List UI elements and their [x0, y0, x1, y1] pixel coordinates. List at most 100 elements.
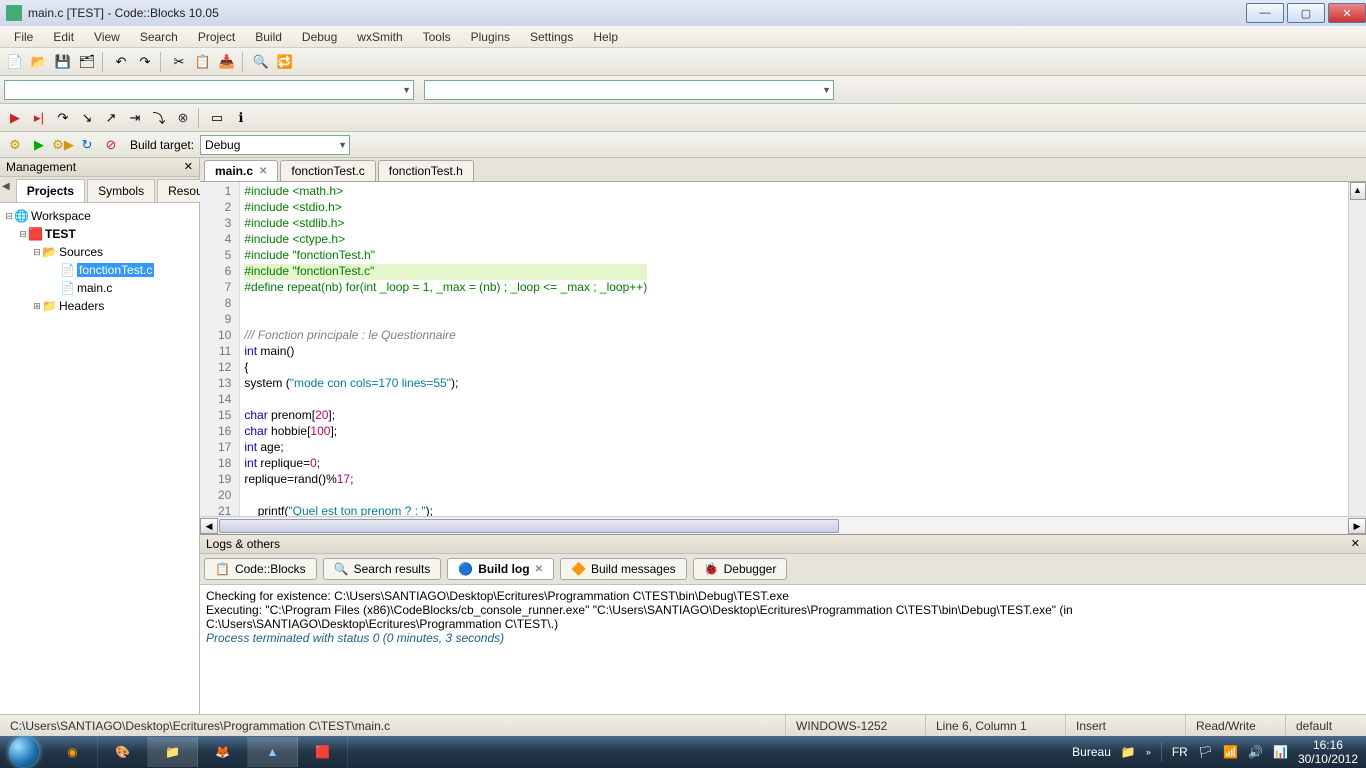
desktop-label[interactable]: Bureau [1072, 745, 1111, 759]
run-icon[interactable]: ▶ [28, 134, 50, 156]
tray-volume-icon[interactable]: 🔊 [1248, 745, 1263, 759]
vertical-scrollbar[interactable]: ▲ [1348, 182, 1366, 516]
taskbar-app-icon[interactable]: 🟥 [298, 737, 348, 767]
taskbar-explorer-icon[interactable]: 📁 [148, 737, 198, 767]
taskbar-firefox-icon[interactable]: 🦊 [198, 737, 248, 767]
build-icon[interactable]: ⚙ [4, 134, 26, 156]
log-tab-code-blocks[interactable]: 📋Code::Blocks [204, 558, 317, 580]
tab-symbols[interactable]: Symbols [87, 179, 155, 202]
debug-start-icon[interactable]: ▶ [4, 107, 26, 129]
menu-build[interactable]: Build [245, 28, 292, 46]
tray-chevron-icon[interactable]: » [1146, 747, 1151, 757]
scroll-up-icon[interactable]: ▲ [1350, 182, 1366, 200]
log-tab-build-log[interactable]: 🔵Build log✕ [447, 558, 554, 580]
log-tab-search-results[interactable]: 🔍Search results [323, 558, 442, 580]
tab-projects[interactable]: Projects [16, 179, 85, 202]
next-line-icon[interactable]: ↷ [52, 107, 74, 129]
info-icon[interactable]: ℹ [230, 107, 252, 129]
scroll-left-icon[interactable]: ◀ [200, 518, 218, 534]
scope-combo[interactable]: ▼ [4, 80, 414, 100]
new-file-icon[interactable]: 📄 [4, 51, 26, 73]
menu-edit[interactable]: Edit [43, 28, 84, 46]
windows-orb-icon [9, 737, 39, 767]
logs-close-icon[interactable]: ✕ [1351, 537, 1360, 551]
menu-debug[interactable]: Debug [292, 28, 347, 46]
redo-icon[interactable]: ↷ [134, 51, 156, 73]
tray-flag-icon[interactable]: 🏳 [1198, 745, 1213, 759]
paste-icon[interactable]: 📥 [216, 51, 238, 73]
code-editor[interactable]: 123456789101112131415161718192021 #inclu… [200, 182, 1366, 516]
menu-view[interactable]: View [84, 28, 130, 46]
system-tray[interactable]: Bureau 📁 » FR 🏳 📶 🔊 📊 16:1630/10/2012 [1072, 738, 1366, 766]
management-close-icon[interactable]: ✕ [184, 160, 193, 174]
cut-icon[interactable]: ✂ [168, 51, 190, 73]
taskbar-wmp-icon[interactable]: ◉ [48, 737, 98, 767]
taskbar-paint-icon[interactable]: 🎨 [98, 737, 148, 767]
editor-tab-fonctionTest-c[interactable]: fonctionTest.c [280, 160, 375, 181]
scrollbar-thumb[interactable] [219, 519, 839, 533]
build-log-output[interactable]: Checking for existence: C:\Users\SANTIAG… [200, 585, 1366, 714]
step-out-icon[interactable]: ↗ [100, 107, 122, 129]
status-position: Line 6, Column 1 [926, 715, 1066, 736]
editor-tab-main-c[interactable]: main.c✕ [204, 160, 278, 181]
maximize-button[interactable]: ▢ [1287, 3, 1325, 23]
close-button[interactable]: ✕ [1328, 3, 1366, 23]
log-tab-debugger[interactable]: 🐞Debugger [693, 558, 788, 580]
build-target-combo[interactable]: Debug▼ [200, 135, 350, 155]
tree-file-main-c[interactable]: 📄main.c [4, 279, 195, 297]
scroll-right-icon[interactable]: ▶ [1348, 518, 1366, 534]
log-tab-close-icon[interactable]: ✕ [535, 564, 543, 575]
tray-folder-icon[interactable]: 📁 [1121, 745, 1136, 759]
tab-close-icon[interactable]: ✕ [259, 166, 267, 177]
menu-settings[interactable]: Settings [520, 28, 583, 46]
next-instr-icon[interactable]: ⇥ [124, 107, 146, 129]
log-tab-icon: 🐞 [704, 562, 719, 576]
minimize-button[interactable]: — [1246, 3, 1284, 23]
rebuild-icon[interactable]: ↻ [76, 134, 98, 156]
undo-icon[interactable]: ↶ [110, 51, 132, 73]
tray-clock[interactable]: 16:1630/10/2012 [1298, 738, 1358, 766]
log-tab-icon: 🔶 [571, 562, 586, 576]
tray-network-icon[interactable]: 📶 [1223, 745, 1238, 759]
tray-battery-icon[interactable]: 📊 [1273, 745, 1288, 759]
stop-debug-icon[interactable]: ⊗ [172, 107, 194, 129]
save-all-icon[interactable]: 🗂 [76, 51, 98, 73]
tree-project[interactable]: ⊟🟥TEST [4, 225, 195, 243]
management-tabs: ◀ Projects Symbols Resou ▶ [0, 177, 199, 203]
code-area[interactable]: #include <math.h>#include <stdio.h>#incl… [240, 182, 651, 516]
tree-sources[interactable]: ⊟📂Sources [4, 243, 195, 261]
tabs-scroll-left-icon[interactable]: ◀ [0, 177, 14, 202]
logs-tabs: 📋Code::Blocks 🔍Search results🔵Build log✕ 🔶… [200, 554, 1366, 585]
menu-wxsmith[interactable]: wxSmith [347, 28, 412, 46]
language-indicator[interactable]: FR [1172, 745, 1188, 759]
step-into-icon[interactable]: ↘ [76, 107, 98, 129]
menu-search[interactable]: Search [130, 28, 188, 46]
replace-icon[interactable]: 🔁 [274, 51, 296, 73]
step-instr-icon[interactable]: ⤵ [148, 107, 170, 129]
find-icon[interactable]: 🔍 [250, 51, 272, 73]
log-tab-icon: 🔵 [458, 562, 473, 576]
tree-workspace[interactable]: ⊟🌐Workspace [4, 207, 195, 225]
tree-file-fonctiontest-c[interactable]: 📄fonctionTest.c [4, 261, 195, 279]
menu-help[interactable]: Help [583, 28, 628, 46]
menu-file[interactable]: File [4, 28, 43, 46]
menu-tools[interactable]: Tools [413, 28, 461, 46]
menu-plugins[interactable]: Plugins [461, 28, 520, 46]
open-file-icon[interactable]: 📂 [28, 51, 50, 73]
run-to-cursor-icon[interactable]: ▸| [28, 107, 50, 129]
copy-icon[interactable]: 📋 [192, 51, 214, 73]
taskbar-codeblocks-icon[interactable]: ▲ [248, 737, 298, 767]
horizontal-scrollbar[interactable]: ◀ ▶ [200, 516, 1366, 534]
editor-tab-fonctionTest-h[interactable]: fonctionTest.h [378, 160, 474, 181]
save-icon[interactable]: 💾 [52, 51, 74, 73]
menu-project[interactable]: Project [188, 28, 245, 46]
build-run-icon[interactable]: ⚙▶ [52, 134, 74, 156]
start-button[interactable] [0, 736, 48, 768]
project-tree[interactable]: ⊟🌐Workspace ⊟🟥TEST ⊟📂Sources 📄fonctionTe… [0, 203, 199, 714]
tree-headers[interactable]: ⊞📁Headers [4, 297, 195, 315]
debug-windows-icon[interactable]: ▭ [206, 107, 228, 129]
abort-icon[interactable]: ⊘ [100, 134, 122, 156]
windows-taskbar[interactable]: ◉ 🎨 📁 🦊 ▲ 🟥 Bureau 📁 » FR 🏳 📶 🔊 📊 16:163… [0, 736, 1366, 768]
symbol-combo[interactable]: ▼ [424, 80, 834, 100]
log-tab-build-messages[interactable]: 🔶Build messages [560, 558, 687, 580]
